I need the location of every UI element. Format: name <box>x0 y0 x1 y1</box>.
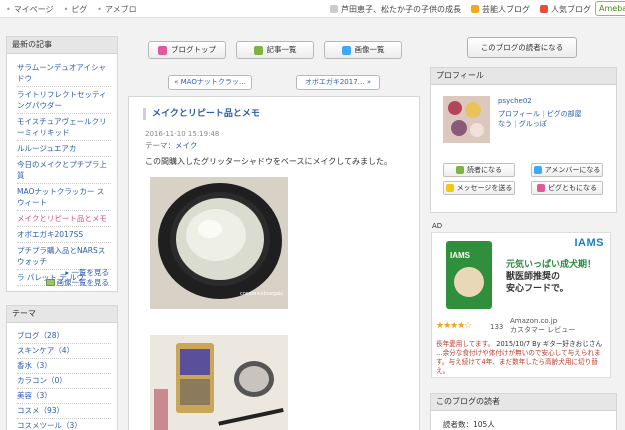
nav-pigg[interactable]: • ピグ <box>64 4 88 15</box>
profile-box: プロフィール psyche02 プロフィール | ピグの部屋 なう | グルっぽ… <box>430 67 617 213</box>
list-icon <box>253 45 263 55</box>
readers-count: 読者数：105人 <box>443 420 495 429</box>
dot-icon <box>330 5 338 13</box>
eyeshadow-image: cosme+oboegaki <box>150 177 288 309</box>
article-title[interactable]: メイクとリピート品とメモ <box>143 108 260 120</box>
amember-icon <box>533 166 542 174</box>
global-nav: • マイページ • ピグ • アメブロ <box>6 4 137 15</box>
theme-link[interactable]: カラコン（0） <box>17 374 111 389</box>
profile-title: プロフィール <box>431 68 616 85</box>
heart-icon <box>540 5 548 13</box>
image-list-link[interactable]: 画像一覧を見る <box>45 278 109 288</box>
celebrity-blog-link[interactable]: 芸能人ブログ <box>471 4 530 15</box>
theme-link[interactable]: ブログ（28） <box>17 329 111 344</box>
ameba-logo-button[interactable]: Ameba <box>595 1 625 16</box>
prev-post-link[interactable]: « MAOナットクラッ… <box>168 75 252 90</box>
article-theme-link[interactable]: メイク <box>175 141 197 150</box>
recent-post-link[interactable]: オボエガキ2017SS <box>17 227 111 243</box>
theme-link[interactable]: コスメツール（3） <box>17 419 111 430</box>
ad-label: AD <box>432 222 443 230</box>
eyeshadow-photo[interactable]: cosme+oboegaki <box>150 177 288 309</box>
groups-link[interactable]: グルっぽ <box>519 120 547 128</box>
become-reader-button[interactable]: このブログの読者になる <box>467 37 577 58</box>
top-bar: • マイページ • ピグ • アメブロ 芦田恵子、松たか子の子供の成長 芸能人ブログ … <box>0 0 625 18</box>
advertisement[interactable]: IAMS IAMS 元気いっぱい成犬期！ 獣医師推奨の 安心フードで。 ★★★★… <box>431 232 611 378</box>
review-snippet: 長年愛用してます。 2015/10/7 By ギター好きおじさん …余分な食付け… <box>436 340 603 375</box>
ad-brand-logo: IAMS <box>574 237 604 249</box>
profile-link[interactable]: プロフィール <box>498 110 540 118</box>
article-theme: テーマ：メイク <box>145 141 198 150</box>
pigg-friend-button[interactable]: ピグともになる <box>531 181 603 195</box>
dog-image <box>454 267 484 297</box>
recent-post-link[interactable]: 今日のメイクとプチプラ上質 <box>17 157 111 184</box>
amazon-review-label: Amazon.co.jp カスタマー レビュー <box>510 317 576 334</box>
dog-food-bag: IAMS <box>446 241 492 309</box>
recent-post-link[interactable]: ルルージュエアカ <box>17 141 111 157</box>
ad-copy: 元気いっぱい成犬期！ 獣医師推奨の 安心フードで。 <box>506 260 597 294</box>
popular-blog-link[interactable]: 人気ブログ <box>540 4 591 15</box>
recent-post-link[interactable]: MAOナットクラッカー スウィート <box>17 184 111 211</box>
rating-stars: ★★★★☆ <box>436 321 472 331</box>
theme-link[interactable]: スキンケア（4） <box>17 344 111 359</box>
recent-post-link[interactable]: サラムーンデュオアイシャドウ <box>17 60 111 87</box>
recent-more-links: ▸ 一覧を見る 画像一覧を見る <box>45 268 109 288</box>
image-icon <box>341 45 351 55</box>
recent-post-link[interactable]: ライトリフレクトセッティングパウダー <box>17 87 111 114</box>
list-view-link[interactable]: ▸ 一覧を見る <box>46 268 109 278</box>
bag-brand-label: IAMS <box>450 251 470 260</box>
crown-icon <box>471 5 479 13</box>
entry-list-button[interactable]: 記事一覧 <box>236 41 314 59</box>
theme-link[interactable]: 香水（3） <box>17 359 111 374</box>
nav-mypage[interactable]: • マイページ <box>6 4 54 15</box>
makeup-image <box>150 335 288 430</box>
makeup-photo[interactable] <box>150 335 288 430</box>
photo-watermark: cosme+oboegaki <box>240 291 283 297</box>
ad-banner: IAMS IAMS 元気いっぱい成犬期！ 獣医師推奨の 安心フードで。 <box>432 233 610 313</box>
blog-top-button[interactable]: ブログトップ <box>148 41 226 59</box>
trending-link[interactable]: 芦田恵子、松たか子の子供の成長 <box>330 4 461 15</box>
next-post-link[interactable]: オボエガキ2017… » <box>296 75 380 90</box>
article-date: 2016-11-10 15:19:48 <box>145 130 220 138</box>
reader-button[interactable]: 読者になる <box>443 163 515 177</box>
recent-posts-title: 最新の記事 <box>7 37 117 54</box>
blog-nav-buttons: ブログトップ 記事一覧 画像一覧 <box>148 41 402 59</box>
message-button[interactable]: メッセージを送る <box>443 181 515 195</box>
image-icon <box>45 279 55 286</box>
amember-button[interactable]: アメンバーになる <box>531 163 603 177</box>
article-body: この間購入したグリッターシャドウをベースにメイクしてみました。 <box>145 157 393 166</box>
recent-post-link[interactable]: モイスチュアヴェールクリーミィリキッド <box>17 114 111 141</box>
mail-icon <box>445 184 454 192</box>
nav-ameblo[interactable]: • アメブロ <box>97 4 136 15</box>
theme-link[interactable]: コスメ（93） <box>17 404 111 419</box>
recent-posts-box: 最新の記事 サラムーンデュオアイシャドウ ライトリフレクトセッティングパウダー … <box>6 36 118 292</box>
theme-title: テーマ <box>7 306 117 323</box>
recent-post-current[interactable]: メイクとリピート品とメモ <box>17 211 111 227</box>
readers-title: このブログの読者 <box>431 394 616 411</box>
now-link[interactable]: なう <box>498 120 512 128</box>
theme-link[interactable]: 美容（3） <box>17 389 111 404</box>
blog-readers-box: このブログの読者 読者数：105人 <box>430 393 617 430</box>
pigg-room-link[interactable]: ピグの部屋 <box>547 110 582 118</box>
image-list-button[interactable]: 画像一覧 <box>324 41 402 59</box>
home-icon <box>158 45 167 55</box>
review-count: 133 <box>490 323 504 331</box>
profile-username[interactable]: psyche02 <box>498 97 532 105</box>
avatar-image <box>443 96 490 143</box>
recent-post-link[interactable]: プチプラ購入品とNARSスウォッチ <box>17 243 111 270</box>
profile-avatar[interactable] <box>443 96 490 143</box>
article: メイクとリピート品とメモ 2016-11-10 15:19:48 テーマ：メイク… <box>128 96 420 430</box>
reader-icon <box>456 166 464 174</box>
theme-box: テーマ ブログ（28） スキンケア（4） 香水（3） カラコン（0） 美容（3）… <box>6 305 118 430</box>
top-right-links: 芦田恵子、松たか子の子供の成長 芸能人ブログ 人気ブログ <box>330 4 591 15</box>
pigg-icon <box>537 184 545 192</box>
profile-links: プロフィール | ピグの部屋 なう | グルっぽ <box>498 110 582 128</box>
